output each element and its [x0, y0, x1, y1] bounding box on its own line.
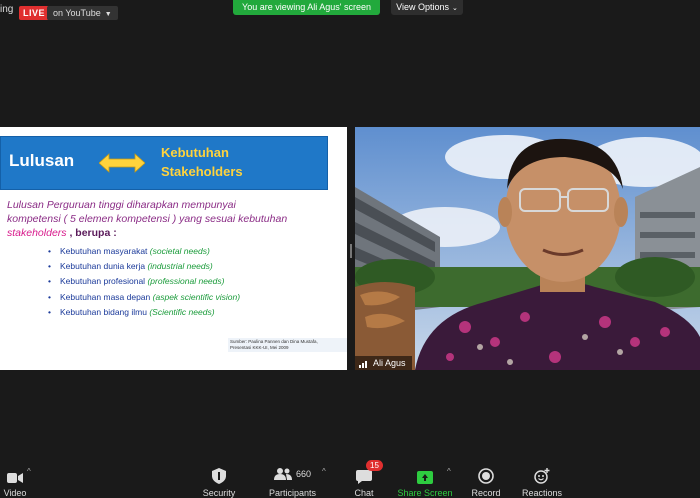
record-label: Record	[471, 488, 501, 498]
list-item-label: Kebutuhan profesional	[60, 276, 146, 287]
share-screen-label: Share Screen	[397, 488, 453, 498]
list-item-english: (industrial needs)	[147, 261, 213, 272]
list-item-label: Kebutuhan masyarakat	[60, 246, 148, 256]
intro-line2: kompetensi ( 5 elemen kompetensi ) yang …	[7, 213, 288, 225]
video-options-caret-icon[interactable]: ^	[27, 467, 31, 476]
view-options-button[interactable]: View Options ⌄	[391, 0, 463, 15]
participant-video[interactable]: Ali Agus	[355, 127, 700, 370]
signal-icon	[359, 360, 367, 368]
participants-label: Participants	[268, 488, 317, 498]
video-label: Video	[3, 488, 27, 498]
youtube-stream-label: on YouTube	[53, 8, 101, 18]
participant-name-tag: Ali Agus	[355, 356, 412, 370]
reactions-label: Reactions	[521, 488, 563, 498]
video-button[interactable]: Video	[0, 464, 30, 498]
bullet-icon: •	[48, 246, 51, 256]
list-item-label: Kebutuhan bidang ilmu	[60, 306, 147, 317]
security-label: Security	[202, 488, 236, 498]
shared-screen: Lulusan Kebutuhan Stakeholders Lulusan P…	[0, 127, 347, 370]
participants-options-caret-icon[interactable]: ^	[322, 467, 326, 476]
shield-icon	[212, 468, 226, 484]
slide-left-title: Lulusan	[9, 151, 75, 170]
view-options-label: View Options	[396, 2, 449, 12]
intro-line1: Lulusan Perguruan tinggi diharapkan memp…	[7, 199, 236, 211]
list-item: • Kebutuhan dunia kerja (industrial needs…	[48, 259, 240, 274]
list-item: • Kebutuhan profesional (professional nee…	[48, 274, 240, 289]
list-item-label: Kebutuhan dunia kerja	[60, 261, 146, 272]
list-item: • Kebutuhan bidang ilmu (Scientific needs…	[48, 305, 240, 320]
chevron-down-icon: ⌄	[452, 5, 458, 12]
video-camera-icon	[7, 473, 23, 483]
split-divider-handle[interactable]	[350, 244, 352, 258]
bullet-icon: •	[48, 306, 51, 317]
intro-tail: , berupa :	[66, 227, 117, 239]
recording-status: ing	[0, 4, 14, 15]
chat-label: Chat	[354, 488, 374, 498]
slide-right-title-line2: Stakeholders	[161, 164, 243, 179]
double-arrow-icon	[99, 153, 145, 173]
caret-down-icon: ▼	[104, 11, 112, 18]
chat-unread-badge: 15	[366, 460, 383, 471]
needs-list: • Kebutuhan masyarakat (societal needs) •…	[48, 244, 240, 320]
bullet-icon: •	[48, 291, 51, 302]
slide-header-bar: Lulusan Kebutuhan Stakeholders	[0, 136, 328, 190]
list-item-english: (aspek scientific vision)	[152, 291, 241, 302]
share-options-caret-icon[interactable]: ^	[447, 467, 451, 476]
intro-stakeholders: stakeholders	[7, 227, 67, 239]
slide-intro-text: Lulusan Perguruan tinggi diharapkan memp…	[7, 198, 327, 240]
bullet-icon: •	[48, 276, 51, 287]
video-frame-illustration	[355, 127, 700, 370]
youtube-stream-dropdown[interactable]: on YouTube ▼	[47, 6, 118, 20]
participants-count: 660	[295, 469, 312, 479]
slide-right-title-line1: Kebutuhan	[161, 145, 229, 160]
list-item-english: (professional needs)	[147, 276, 225, 287]
security-button[interactable]: Security	[198, 464, 240, 498]
participant-name: Ali Agus	[373, 358, 406, 368]
top-bar: ing LIVE on YouTube ▼ You are viewing Ali…	[0, 0, 700, 24]
chat-bubble-icon	[356, 470, 372, 484]
share-screen-button[interactable]: Share Screen	[397, 464, 453, 498]
bullet-icon: •	[48, 261, 51, 272]
smiley-plus-icon	[534, 468, 550, 484]
list-item-english: (Scientific needs)	[149, 306, 215, 317]
slide-right-title: Kebutuhan Stakeholders	[161, 143, 243, 181]
list-item: • Kebutuhan masyarakat (societal needs)	[48, 244, 240, 259]
list-item-english: (societal needs)	[149, 246, 210, 256]
participants-button[interactable]: 660 Participants	[265, 464, 320, 498]
record-icon	[478, 468, 494, 484]
list-item: • Kebutuhan masa depan (aspek scientific …	[48, 290, 240, 305]
share-screen-icon	[417, 471, 433, 484]
viewing-screen-banner: You are viewing Ali Agus' screen	[233, 0, 380, 15]
slide-source-note: Sumber: Paulina Pannen dan Dina Mustafa,…	[228, 338, 347, 352]
people-icon	[273, 468, 292, 480]
record-button[interactable]: Record	[469, 464, 503, 498]
list-item-label: Kebutuhan masa depan	[60, 291, 151, 302]
source-line2: Presentasi KKK-UI, Mei 2009	[230, 345, 289, 350]
live-badge[interactable]: LIVE	[19, 6, 50, 20]
reactions-button[interactable]: Reactions	[520, 464, 564, 498]
